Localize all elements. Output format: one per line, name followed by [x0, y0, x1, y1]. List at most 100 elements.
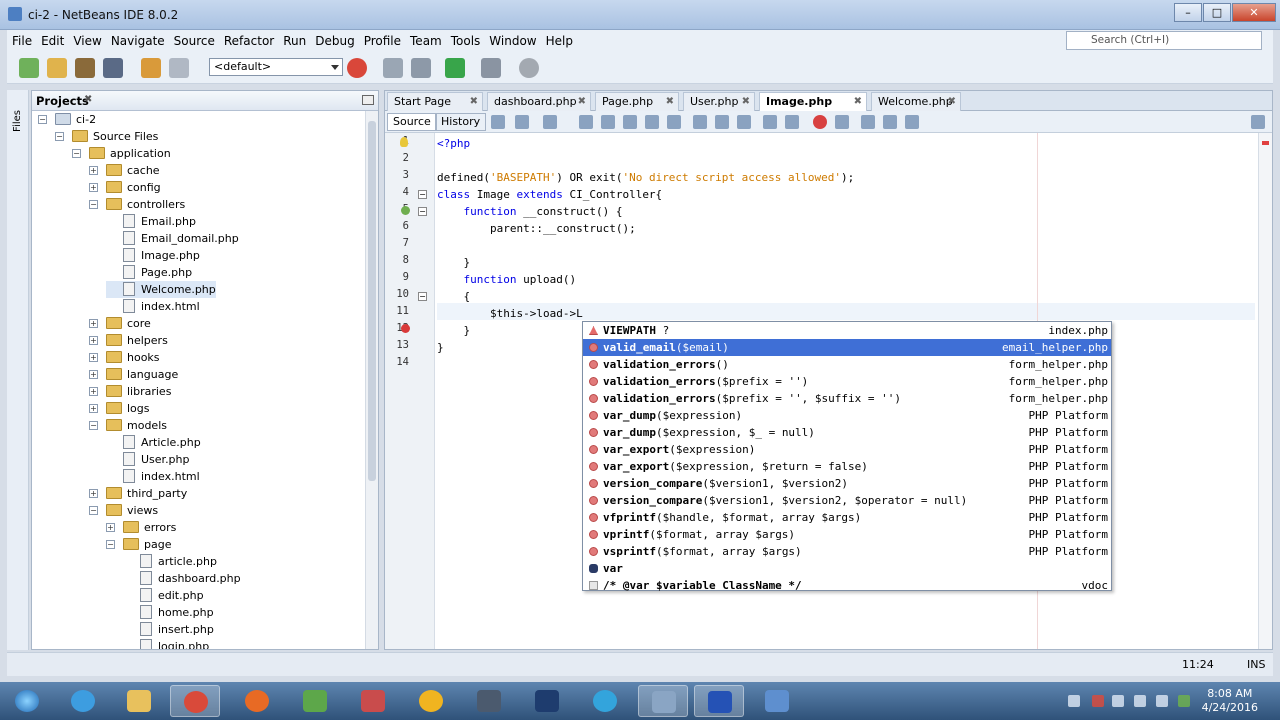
source-tab[interactable]: Source	[387, 113, 437, 131]
find-icon[interactable]	[579, 115, 593, 129]
taskbar-vs[interactable]	[752, 685, 802, 717]
tray-flag-icon[interactable]	[1112, 695, 1124, 707]
menu-file[interactable]: File	[7, 30, 36, 48]
completion-item[interactable]: vsprintf($format, array $args) PHP Platfo…	[583, 543, 1111, 560]
taskbar-photoshop[interactable]	[522, 685, 572, 717]
new-project-icon[interactable]	[47, 58, 67, 78]
vertical-scrollbar[interactable]	[365, 111, 378, 649]
volume-icon[interactable]	[1156, 695, 1168, 707]
menu-tools[interactable]: Tools	[446, 30, 485, 48]
build-icon[interactable]	[383, 58, 403, 78]
clean-build-icon[interactable]	[411, 58, 431, 78]
expand-icon[interactable]: +	[89, 353, 98, 362]
tray-arrow-icon[interactable]	[1068, 695, 1080, 707]
tray-alert-icon[interactable]	[1092, 695, 1104, 707]
collapse-icon[interactable]: −	[55, 132, 64, 141]
search-input[interactable]: Search (Ctrl+I)	[1066, 31, 1262, 50]
tree-item[interactable]: User.php	[106, 451, 190, 468]
fold-icon[interactable]: −	[418, 190, 427, 199]
insert-mode[interactable]: INS	[1247, 658, 1265, 671]
expand-icon[interactable]: +	[89, 319, 98, 328]
tree-item[interactable]: + logs	[89, 400, 150, 417]
expand-icon[interactable]: +	[89, 370, 98, 379]
code-line[interactable]: class Image extends CI_Controller{	[437, 186, 662, 203]
completion-item[interactable]: valid_email($email) email_helper.php	[583, 339, 1111, 356]
prev-bookmark-icon[interactable]	[693, 115, 707, 129]
code-line[interactable]: defined('BASEPATH') OR exit('No direct s…	[437, 169, 854, 186]
menu-navigate[interactable]: Navigate	[106, 30, 169, 48]
comment-icon[interactable]	[861, 115, 875, 129]
close-icon[interactable]: ✖	[84, 94, 92, 105]
collapse-icon[interactable]: −	[72, 149, 81, 158]
completion-item[interactable]: var	[583, 560, 1111, 577]
editor-tab[interactable]: Page.php ✖	[595, 92, 679, 111]
record-macro-icon[interactable]	[813, 115, 827, 129]
menu-refactor[interactable]: Refactor	[219, 30, 278, 48]
config-select[interactable]: <default>	[209, 58, 343, 76]
completion-item[interactable]: /* @var $variable ClassName */ vdoc	[583, 577, 1111, 594]
taskbar-chrome[interactable]	[170, 685, 220, 717]
close-tab-icon[interactable]: ✖	[578, 93, 586, 110]
editor-tab[interactable]: dashboard.php ✖	[487, 92, 591, 111]
taskbar-ie[interactable]	[58, 685, 108, 717]
history-tab[interactable]: History	[435, 113, 487, 131]
collapse-icon[interactable]: −	[89, 506, 98, 515]
split-editor-icon[interactable]	[1251, 115, 1265, 129]
tree-item[interactable]: index.html	[106, 468, 200, 485]
next-bookmark-icon[interactable]	[715, 115, 729, 129]
tree-item[interactable]: Page.php	[106, 264, 192, 281]
taskbar-explorer[interactable]	[114, 685, 164, 717]
completion-item[interactable]: version_compare($version1, $version2, $o…	[583, 492, 1111, 509]
minimize-panel-icon[interactable]	[362, 95, 374, 105]
tree-item[interactable]: + errors	[106, 519, 176, 536]
find-prev-icon[interactable]	[601, 115, 615, 129]
code-line[interactable]: }	[437, 322, 470, 339]
completion-item[interactable]: var_dump($expression, $_ = null) PHP Plat…	[583, 424, 1111, 441]
debug-icon[interactable]	[481, 58, 501, 78]
completion-item[interactable]: vprintf($format, array $args) PHP Platfor…	[583, 526, 1111, 543]
find-next-icon[interactable]	[623, 115, 637, 129]
completion-item[interactable]: var_dump($expression) PHP Platform	[583, 407, 1111, 424]
editor-tab[interactable]: User.php ✖	[683, 92, 755, 111]
files-tab[interactable]: Files	[12, 110, 23, 132]
menu-debug[interactable]: Debug	[310, 30, 358, 48]
shift-left-icon[interactable]	[763, 115, 777, 129]
tree-item[interactable]: − controllers	[89, 196, 185, 213]
tree-item[interactable]: Email.php	[106, 213, 196, 230]
expand-icon[interactable]: +	[89, 166, 98, 175]
close-tab-icon[interactable]: ✖	[948, 93, 956, 110]
menu-profile[interactable]: Profile	[359, 30, 405, 48]
code-line[interactable]: function __construct() {	[437, 203, 623, 220]
tree-item[interactable]: + libraries	[89, 383, 171, 400]
code-line[interactable]: function upload()	[437, 271, 577, 288]
close-tab-icon[interactable]: ✖	[666, 93, 674, 110]
code-line[interactable]: }	[437, 339, 444, 356]
expand-icon[interactable]: +	[106, 523, 115, 532]
menu-run[interactable]: Run	[278, 30, 310, 48]
tree-item[interactable]: + config	[89, 179, 161, 196]
completion-item[interactable]: VIEWPATH ? index.php	[583, 322, 1111, 339]
completion-item[interactable]: var_export($expression, $return = false)…	[583, 458, 1111, 475]
taskbar-telegram[interactable]	[580, 685, 630, 717]
taskbar-virtualbox[interactable]	[638, 685, 688, 717]
projects-title[interactable]: Projects	[36, 94, 89, 108]
taskbar-firefox[interactable]	[232, 685, 282, 717]
stop-macro-icon[interactable]	[835, 115, 849, 129]
menu-view[interactable]: View	[68, 30, 105, 48]
scrollbar-thumb[interactable]	[368, 121, 376, 481]
completion-item[interactable]: validation_errors($prefix = '') form_help…	[583, 373, 1111, 390]
expand-icon[interactable]: +	[89, 387, 98, 396]
expand-icon[interactable]: +	[89, 489, 98, 498]
tree-item[interactable]: − application	[72, 145, 171, 162]
editor-tab[interactable]: Start Page ✖	[387, 92, 483, 111]
code-line[interactable]: parent::__construct();	[437, 220, 636, 237]
close-button[interactable]: ✕	[1232, 3, 1276, 22]
toggle-bookmark-icon[interactable]	[737, 115, 751, 129]
language-icon[interactable]	[1178, 695, 1190, 707]
tree-item[interactable]: − page	[106, 536, 171, 553]
tree-item[interactable]: − models	[89, 417, 167, 434]
tree-item[interactable]: edit.php	[123, 587, 204, 604]
expand-icon[interactable]: +	[89, 336, 98, 345]
expand-icon[interactable]: +	[89, 404, 98, 413]
completion-item[interactable]: version_compare($version1, $version2) PHP…	[583, 475, 1111, 492]
